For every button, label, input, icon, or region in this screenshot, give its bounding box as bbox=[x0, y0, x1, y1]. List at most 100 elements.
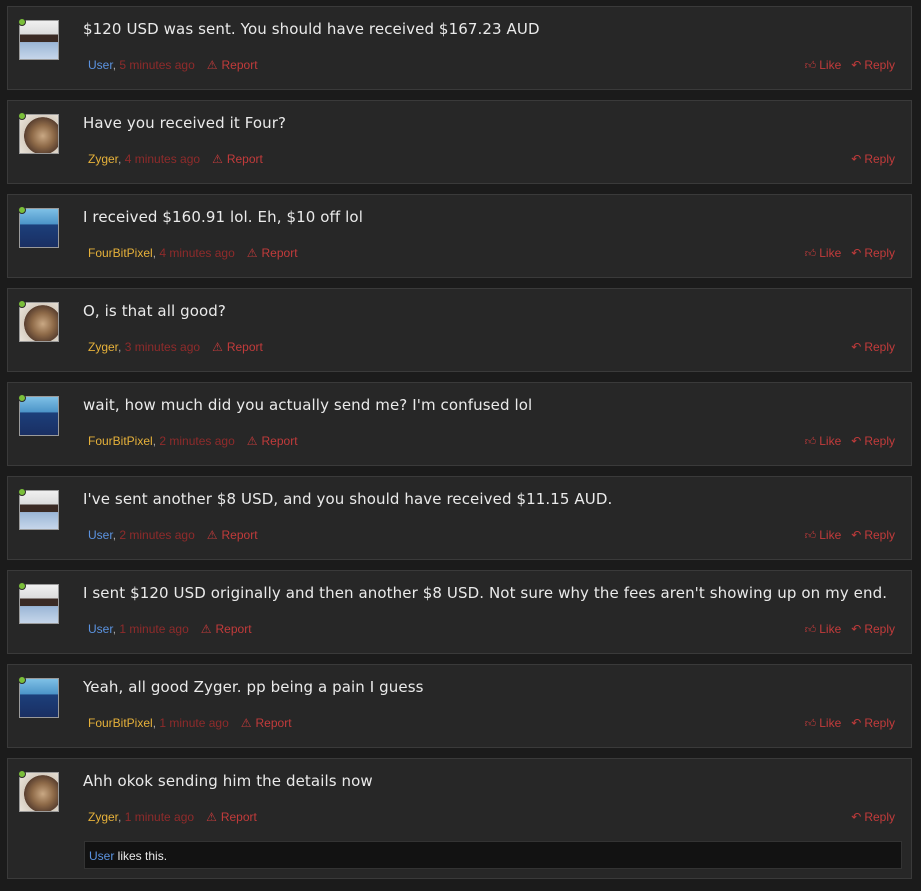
report-label: Report bbox=[221, 58, 258, 72]
comment-meta: User, 2 minutes ago ⚠ Report bbox=[88, 528, 258, 542]
comment-text: O, is that all good? bbox=[83, 302, 226, 320]
avatar[interactable] bbox=[19, 302, 59, 342]
like-button[interactable]: 👍︎ Like bbox=[805, 434, 842, 448]
avatar-image bbox=[20, 115, 58, 153]
report-link[interactable]: ⚠ Report bbox=[247, 434, 298, 448]
report-label: Report bbox=[255, 716, 292, 730]
comment-actions: 👍︎ Like ↶ Reply bbox=[795, 246, 895, 260]
comment-text: Yeah, all good Zyger. pp being a pain I … bbox=[83, 678, 424, 696]
warning-triangle-icon: ⚠ bbox=[246, 246, 258, 260]
timestamp[interactable]: 2 minutes ago bbox=[159, 434, 234, 448]
timestamp[interactable]: 5 minutes ago bbox=[119, 58, 194, 72]
like-label: Like bbox=[819, 622, 842, 636]
online-status-icon bbox=[18, 300, 26, 308]
avatar[interactable] bbox=[19, 20, 59, 60]
report-label: Report bbox=[226, 152, 263, 166]
comment-text: I received $160.91 lol. Eh, $10 off lol bbox=[83, 208, 363, 226]
warning-triangle-icon: ⚠ bbox=[200, 622, 212, 636]
timestamp[interactable]: 4 minutes ago bbox=[125, 152, 200, 166]
reply-button[interactable]: ↶ Reply bbox=[851, 58, 895, 72]
reply-button[interactable]: ↶ Reply bbox=[851, 810, 895, 824]
comment-text: Have you received it Four? bbox=[83, 114, 287, 132]
like-button[interactable]: 👍︎ Like bbox=[805, 58, 842, 72]
reply-arrow-icon: ↶ bbox=[851, 528, 862, 542]
reply-button[interactable]: ↶ Reply bbox=[851, 716, 895, 730]
comment-actions: ↶ Reply bbox=[841, 152, 895, 166]
online-status-icon bbox=[18, 18, 26, 26]
avatar-image bbox=[20, 679, 58, 717]
comment-card: $120 USD was sent. You should have recei… bbox=[7, 6, 912, 90]
timestamp[interactable]: 2 minutes ago bbox=[119, 528, 194, 542]
timestamp[interactable]: 1 minute ago bbox=[119, 622, 188, 636]
author-link[interactable]: User bbox=[88, 528, 113, 542]
like-button[interactable]: 👍︎ Like bbox=[805, 246, 842, 260]
comment-actions: 👍︎ Like ↶ Reply bbox=[795, 716, 895, 730]
author-link[interactable]: FourBitPixel bbox=[88, 434, 153, 448]
comment-meta: FourBitPixel, 2 minutes ago ⚠ Report bbox=[88, 434, 298, 448]
report-link[interactable]: ⚠ Report bbox=[212, 152, 263, 166]
avatar[interactable] bbox=[19, 772, 59, 812]
separator: , bbox=[118, 152, 125, 166]
avatar[interactable] bbox=[19, 584, 59, 624]
timestamp[interactable]: 1 minute ago bbox=[125, 810, 194, 824]
avatar[interactable] bbox=[19, 208, 59, 248]
avatar[interactable] bbox=[19, 678, 59, 718]
report-label: Report bbox=[226, 340, 263, 354]
report-link[interactable]: ⚠ Report bbox=[201, 622, 252, 636]
reply-label: Reply bbox=[864, 528, 895, 542]
author-link[interactable]: Zyger bbox=[88, 340, 118, 354]
author-link[interactable]: User bbox=[88, 58, 113, 72]
avatar[interactable] bbox=[19, 114, 59, 154]
author-link[interactable]: Zyger bbox=[88, 810, 118, 824]
warning-triangle-icon: ⚠ bbox=[246, 434, 258, 448]
comment-actions: 👍︎ Like ↶ Reply bbox=[795, 622, 895, 636]
separator: , bbox=[118, 340, 125, 354]
comment-text: I sent $120 USD originally and then anot… bbox=[83, 584, 888, 602]
author-link[interactable]: Zyger bbox=[88, 152, 118, 166]
reply-button[interactable]: ↶ Reply bbox=[851, 340, 895, 354]
comment-card: I've sent another $8 USD, and you should… bbox=[7, 476, 912, 560]
online-status-icon bbox=[18, 582, 26, 590]
reply-button[interactable]: ↶ Reply bbox=[851, 434, 895, 448]
online-status-icon bbox=[18, 770, 26, 778]
separator: , bbox=[118, 810, 125, 824]
reply-label: Reply bbox=[864, 152, 895, 166]
reply-label: Reply bbox=[864, 810, 895, 824]
report-link[interactable]: ⚠ Report bbox=[241, 716, 292, 730]
like-button[interactable]: 👍︎ Like bbox=[805, 528, 842, 542]
reply-button[interactable]: ↶ Reply bbox=[851, 622, 895, 636]
timestamp[interactable]: 3 minutes ago bbox=[125, 340, 200, 354]
like-label: Like bbox=[819, 58, 842, 72]
reply-button[interactable]: ↶ Reply bbox=[851, 152, 895, 166]
report-link[interactable]: ⚠ Report bbox=[207, 528, 258, 542]
report-link[interactable]: ⚠ Report bbox=[206, 810, 257, 824]
comment-text: wait, how much did you actually send me?… bbox=[83, 396, 533, 414]
thumbs-up-icon: 👍︎ bbox=[804, 530, 817, 542]
report-link[interactable]: ⚠ Report bbox=[212, 340, 263, 354]
report-link[interactable]: ⚠ Report bbox=[207, 58, 258, 72]
liker-link[interactable]: User bbox=[89, 849, 114, 863]
reply-button[interactable]: ↶ Reply bbox=[851, 246, 895, 260]
thumbs-up-icon: 👍︎ bbox=[804, 436, 817, 448]
reply-arrow-icon: ↶ bbox=[851, 434, 862, 448]
online-status-icon bbox=[18, 676, 26, 684]
report-link[interactable]: ⚠ Report bbox=[247, 246, 298, 260]
timestamp[interactable]: 1 minute ago bbox=[159, 716, 228, 730]
avatar-image bbox=[20, 585, 58, 623]
comment-card: Yeah, all good Zyger. pp being a pain I … bbox=[7, 664, 912, 748]
reply-arrow-icon: ↶ bbox=[851, 716, 862, 730]
like-button[interactable]: 👍︎ Like bbox=[805, 716, 842, 730]
comment-card: wait, how much did you actually send me?… bbox=[7, 382, 912, 466]
likes-summary: User likes this. bbox=[84, 841, 902, 869]
author-link[interactable]: FourBitPixel bbox=[88, 716, 153, 730]
avatar[interactable] bbox=[19, 490, 59, 530]
like-button[interactable]: 👍︎ Like bbox=[805, 622, 842, 636]
reply-label: Reply bbox=[864, 622, 895, 636]
timestamp[interactable]: 4 minutes ago bbox=[159, 246, 234, 260]
author-link[interactable]: FourBitPixel bbox=[88, 246, 153, 260]
avatar-image bbox=[20, 491, 58, 529]
reply-label: Reply bbox=[864, 340, 895, 354]
reply-button[interactable]: ↶ Reply bbox=[851, 528, 895, 542]
author-link[interactable]: User bbox=[88, 622, 113, 636]
avatar[interactable] bbox=[19, 396, 59, 436]
